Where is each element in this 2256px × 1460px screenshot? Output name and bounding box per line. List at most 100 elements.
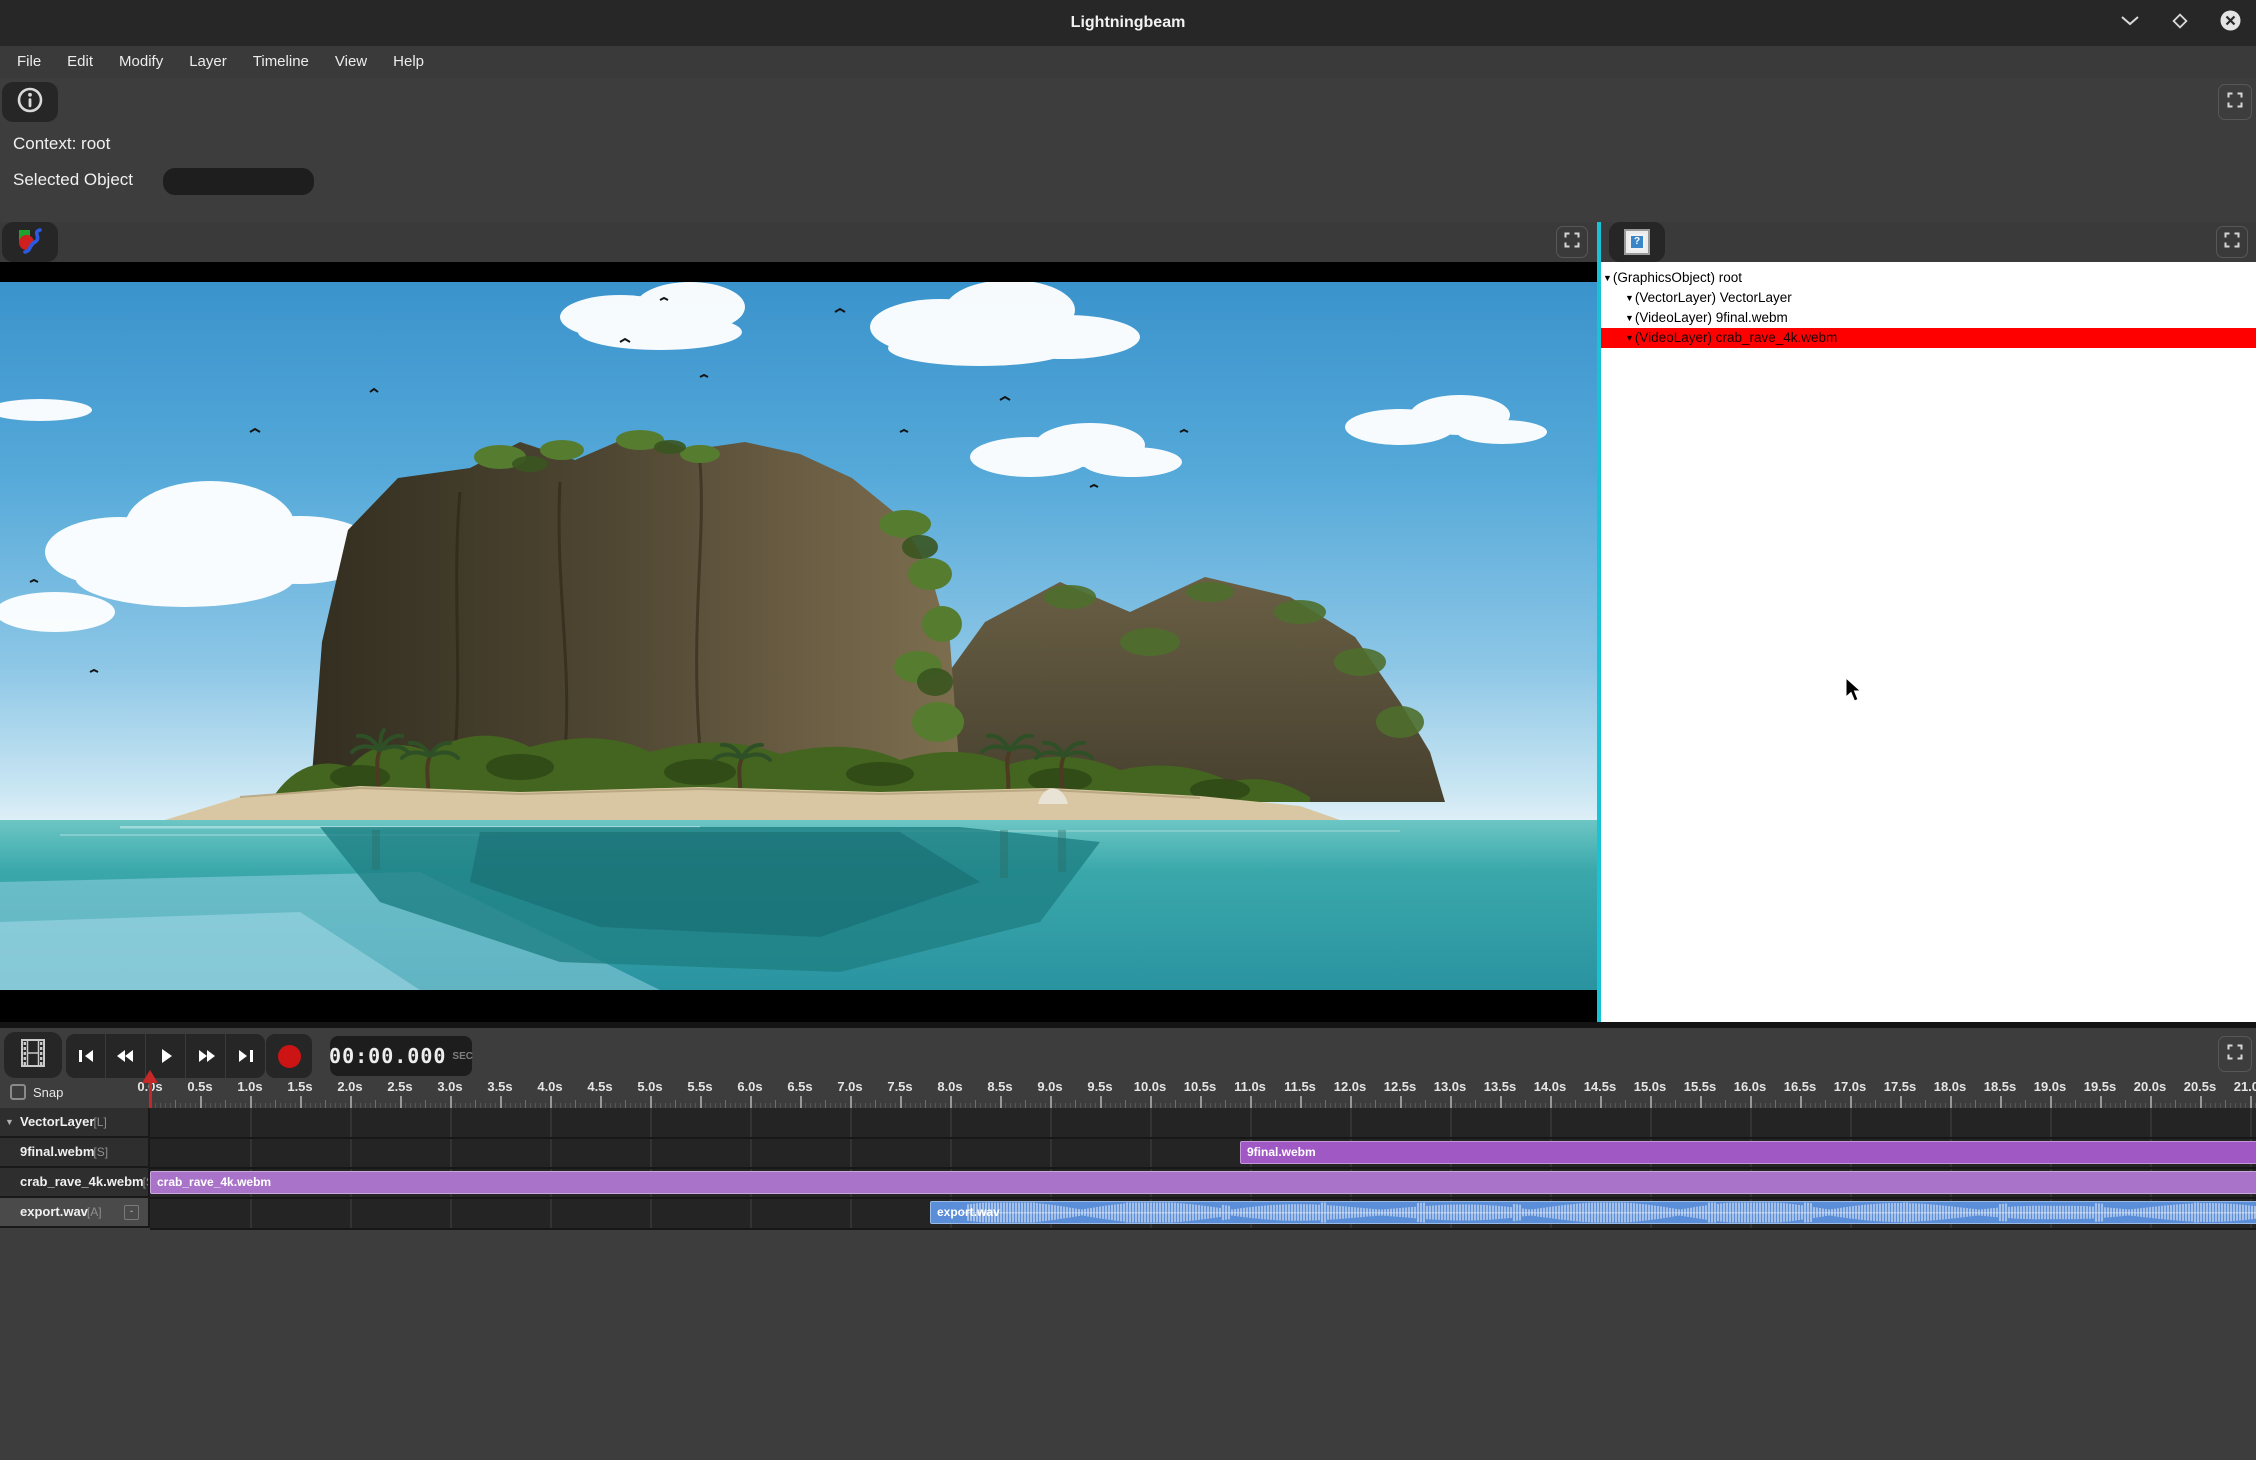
ruler-tick	[1550, 1096, 1552, 1108]
ruler-label-16.5s: 16.5s	[1784, 1079, 1817, 1094]
snap-label: Snap	[33, 1083, 63, 1103]
context-label: Context: root	[13, 134, 110, 154]
ruler-label-8.0s: 8.0s	[937, 1079, 962, 1094]
ruler-label-4.5s: 4.5s	[587, 1079, 612, 1094]
collapse-triangle-icon[interactable]: ▼	[5, 1108, 14, 1136]
stage-fullscreen-button[interactable]	[1556, 226, 1588, 258]
ruler-tick	[1625, 1100, 1626, 1108]
selected-object-input[interactable]	[163, 168, 314, 195]
ruler-label-18.5s: 18.5s	[1984, 1079, 2017, 1094]
rewind-button[interactable]	[106, 1034, 146, 1078]
inspector-fullscreen-button[interactable]	[2218, 84, 2252, 120]
tree-panel-button[interactable]: ?	[1609, 222, 1665, 262]
timeline-fullscreen-button[interactable]	[2218, 1036, 2252, 1072]
track-label-export.wav[interactable]: export.wav[A]-	[0, 1198, 150, 1228]
minimize-button[interactable]	[2118, 11, 2142, 35]
ruler-tick	[1975, 1100, 1976, 1108]
skip-start-icon	[75, 1047, 97, 1065]
ruler-tick	[2100, 1096, 2102, 1108]
record-button[interactable]	[266, 1034, 312, 1078]
ruler-tick	[1200, 1096, 1202, 1108]
timeline-settings-button[interactable]	[4, 1032, 62, 1078]
tree-item-3[interactable]: ▼(VideoLayer) crab_rave_4k.webm	[1601, 328, 2256, 348]
ruler-tick	[400, 1096, 402, 1108]
playhead-handle[interactable]	[142, 1070, 158, 1083]
ruler-tick	[2025, 1100, 2026, 1108]
ruler-tick	[175, 1100, 176, 1108]
skip-end-icon	[235, 1047, 257, 1065]
ruler-tick	[2000, 1096, 2002, 1108]
clip-9final.webm[interactable]: 9final.webm	[1240, 1141, 2256, 1164]
ruler-tick	[2175, 1100, 2176, 1108]
ruler-tick	[1125, 1100, 1126, 1108]
ruler-label-3.0s: 3.0s	[437, 1079, 462, 1094]
ruler-tick	[1225, 1100, 1226, 1108]
track-label-crab_rave_4k.webm[interactable]: crab_rave_4k.webm[S]	[0, 1168, 150, 1198]
record-icon	[278, 1045, 301, 1068]
ruler-label-5.0s: 5.0s	[637, 1079, 662, 1094]
close-button[interactable]	[2218, 11, 2242, 35]
stage-canvas[interactable]	[0, 262, 1597, 1022]
ruler-label-10.0s: 10.0s	[1134, 1079, 1167, 1094]
menu-timeline[interactable]: Timeline	[240, 46, 322, 78]
ruler-tick	[1025, 1100, 1026, 1108]
info-panel-button[interactable]	[2, 82, 58, 122]
ruler-tick	[1725, 1100, 1726, 1108]
tree-item-2[interactable]: ▼(VideoLayer) 9final.webm	[1601, 308, 2256, 328]
ruler-tick	[1925, 1100, 1926, 1108]
menu-bar: FileEditModifyLayerTimelineViewHelp	[0, 46, 2256, 78]
tree-fullscreen-button[interactable]	[2216, 226, 2248, 258]
timeline-ruler[interactable]: Snap 0.0s0.5s1.0s1.5s2.0s2.5s3.0s3.5s4.0…	[0, 1078, 2256, 1108]
menu-edit[interactable]: Edit	[54, 46, 106, 78]
ruler-label-18.0s: 18.0s	[1934, 1079, 1967, 1094]
rewind-icon	[115, 1047, 137, 1065]
ruler-label-4.0s: 4.0s	[537, 1079, 562, 1094]
ruler-tick	[900, 1096, 902, 1108]
info-icon	[16, 86, 44, 119]
transport-controls	[66, 1034, 265, 1078]
ruler-tick	[625, 1100, 626, 1108]
ruler-tick	[1325, 1100, 1326, 1108]
ruler-tick	[950, 1096, 952, 1108]
ruler-label-19.0s: 19.0s	[2034, 1079, 2067, 1094]
ruler-label-17.5s: 17.5s	[1884, 1079, 1917, 1094]
ruler-label-9.0s: 9.0s	[1037, 1079, 1062, 1094]
ruler-tick	[1250, 1096, 1252, 1108]
snap-checkbox[interactable]	[10, 1084, 26, 1100]
ruler-tick	[1650, 1096, 1652, 1108]
ruler-label-3.5s: 3.5s	[487, 1079, 512, 1094]
track-label-VectorLayer[interactable]: ▼VectorLayer[L]	[0, 1108, 150, 1138]
tree-item-1[interactable]: ▼(VectorLayer) VectorLayer	[1601, 288, 2256, 308]
ruler-tick	[375, 1100, 376, 1108]
ruler-label-14.0s: 14.0s	[1534, 1079, 1567, 1094]
ruler-tick	[1075, 1100, 1076, 1108]
stage-tools-button[interactable]	[2, 222, 58, 262]
ruler-tick	[1150, 1096, 1152, 1108]
ruler-tick	[225, 1100, 226, 1108]
time-unit-label: SEC	[452, 1051, 473, 1062]
tree-header: ?	[1601, 222, 2256, 262]
maximize-button[interactable]	[2168, 11, 2192, 35]
ruler-tick	[1275, 1100, 1276, 1108]
ruler-label-1.0s: 1.0s	[237, 1079, 262, 1094]
ruler-tick	[500, 1096, 502, 1108]
ruler-tick	[475, 1100, 476, 1108]
ruler-tick	[675, 1100, 676, 1108]
fast-forward-button[interactable]	[186, 1034, 226, 1078]
menu-layer[interactable]: Layer	[176, 46, 240, 78]
skip-start-button[interactable]	[66, 1034, 106, 1078]
play-icon	[155, 1047, 177, 1065]
diamond-icon	[2170, 11, 2190, 36]
menu-file[interactable]: File	[4, 46, 54, 78]
menu-modify[interactable]: Modify	[106, 46, 176, 78]
chevron-down-icon	[2119, 14, 2141, 32]
clip-export.wav[interactable]: export.wav	[930, 1201, 2256, 1224]
track-label-9final.webm[interactable]: 9final.webm[S]	[0, 1138, 150, 1168]
skip-end-button[interactable]	[226, 1034, 265, 1078]
menu-help[interactable]: Help	[380, 46, 437, 78]
clip-crab_rave_4k.webm[interactable]: crab_rave_4k.webm	[150, 1171, 2256, 1194]
tree-item-0[interactable]: ▼(GraphicsObject) root	[1601, 268, 2256, 288]
ruler-tick	[350, 1096, 352, 1108]
menu-view[interactable]: View	[322, 46, 380, 78]
track-option-box[interactable]: -	[124, 1205, 139, 1220]
